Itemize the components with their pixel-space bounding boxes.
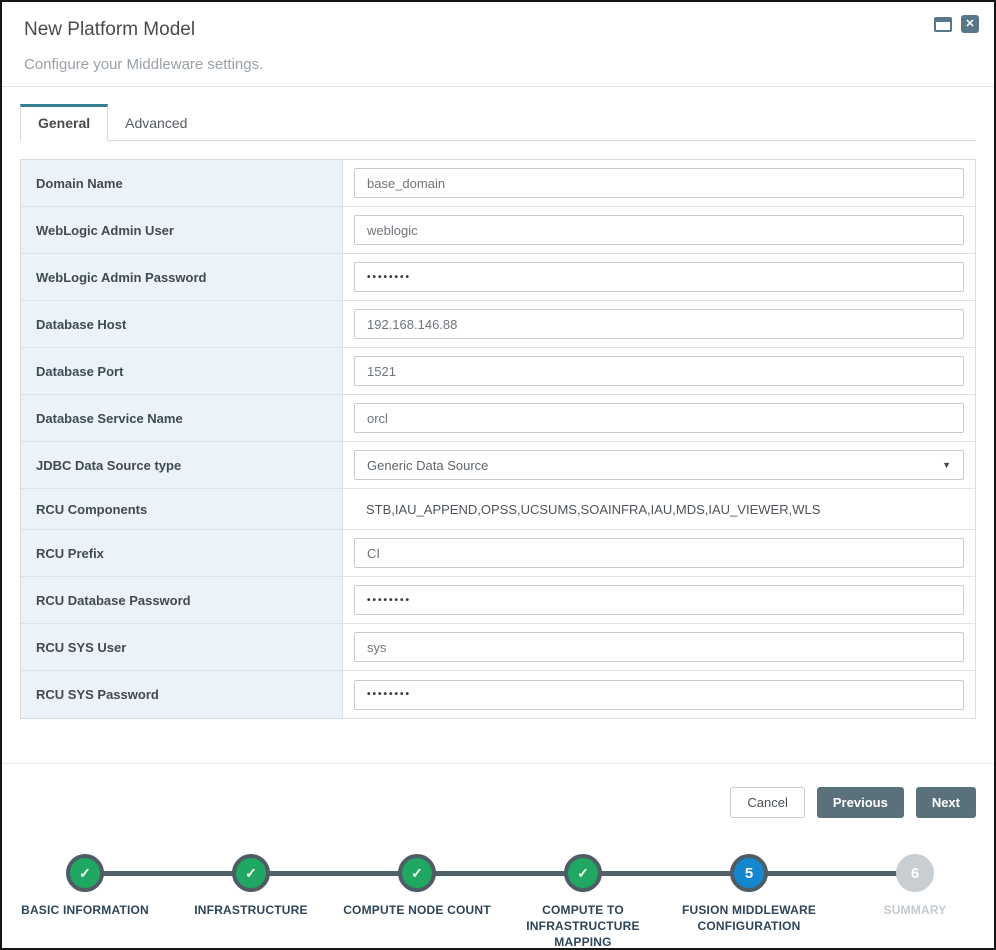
form-row-database-host: Database Host — [21, 301, 975, 348]
field-label: Domain Name — [21, 160, 343, 206]
rcu-database-password-input[interactable] — [354, 585, 964, 615]
step-label: SUMMARY — [884, 902, 947, 918]
domain-name-input[interactable] — [354, 168, 964, 198]
step-fusion-middleware-configuration: 5 FUSION MIDDLEWARE CONFIGURATION — [666, 854, 832, 950]
middleware-settings-form: Domain Name WebLogic Admin User WebLogic… — [20, 159, 976, 719]
database-service-name-input[interactable] — [354, 403, 964, 433]
step-done-check-icon[interactable]: ✓ — [232, 854, 270, 892]
step-summary: 6 SUMMARY — [832, 854, 996, 950]
form-row-jdbc-data-source-type: JDBC Data Source type Generic Data Sourc… — [21, 442, 975, 489]
step-label: FUSION MIDDLEWARE CONFIGURATION — [673, 902, 825, 934]
step-compute-node-count: ✓ COMPUTE NODE COUNT — [334, 854, 500, 950]
field-label: RCU Database Password — [21, 577, 343, 623]
step-done-check-icon[interactable]: ✓ — [398, 854, 436, 892]
rcu-components-value: STB,IAU_APPEND,OPSS,UCSUMS,SOAINFRA,IAU,… — [354, 502, 820, 517]
field-label: RCU Components — [21, 489, 343, 529]
footer-actions: Cancel Previous Next — [2, 764, 994, 818]
form-row-rcu-components: RCU Components STB,IAU_APPEND,OPSS,UCSUM… — [21, 489, 975, 530]
field-label: Database Host — [21, 301, 343, 347]
step-done-check-icon[interactable]: ✓ — [66, 854, 104, 892]
page-title: New Platform Model — [24, 19, 974, 41]
wizard-stepper: ✓ BASIC INFORMATION ✓ INFRASTRUCTURE ✓ C… — [2, 854, 994, 950]
selected-option-label: Generic Data Source — [367, 458, 488, 473]
form-row-rcu-sys-password: RCU SYS Password — [21, 671, 975, 718]
rcu-prefix-input[interactable] — [354, 538, 964, 568]
step-done-check-icon[interactable]: ✓ — [564, 854, 602, 892]
step-upcoming-number: 6 — [896, 854, 934, 892]
dialog-header: New Platform Model ✕ Configure your Midd… — [2, 2, 994, 87]
step-basic-information: ✓ BASIC INFORMATION — [2, 854, 168, 950]
dropdown-arrow-icon: ▼ — [942, 460, 951, 470]
new-platform-model-dialog: New Platform Model ✕ Configure your Midd… — [0, 0, 996, 950]
form-row-database-port: Database Port — [21, 348, 975, 395]
field-label: RCU Prefix — [21, 530, 343, 576]
tab-general[interactable]: General — [20, 104, 108, 141]
step-label: COMPUTE TO INFRASTRUCTURE MAPPING — [507, 902, 659, 950]
step-label: BASIC INFORMATION — [21, 902, 149, 918]
field-label: WebLogic Admin Password — [21, 254, 343, 300]
step-label: INFRASTRUCTURE — [194, 902, 307, 918]
weblogic-admin-password-input[interactable] — [354, 262, 964, 292]
window-maximize-icon — [934, 17, 952, 32]
step-current-number[interactable]: 5 — [730, 854, 768, 892]
form-row-domain-name: Domain Name — [21, 160, 975, 207]
window-controls: ✕ — [934, 15, 979, 33]
dialog-subtitle: Configure your Middleware settings. — [24, 56, 974, 73]
field-label: WebLogic Admin User — [21, 207, 343, 253]
form-row-rcu-prefix: RCU Prefix — [21, 530, 975, 577]
weblogic-admin-user-input[interactable] — [354, 215, 964, 245]
step-compute-to-infrastructure-mapping: ✓ COMPUTE TO INFRASTRUCTURE MAPPING — [500, 854, 666, 950]
field-label: RCU SYS User — [21, 624, 343, 670]
form-row-database-service-name: Database Service Name — [21, 395, 975, 442]
step-infrastructure: ✓ INFRASTRUCTURE — [168, 854, 334, 950]
form-row-rcu-sys-user: RCU SYS User — [21, 624, 975, 671]
close-icon: ✕ — [961, 15, 979, 33]
field-label: Database Service Name — [21, 395, 343, 441]
form-row-weblogic-admin-user: WebLogic Admin User — [21, 207, 975, 254]
field-label: Database Port — [21, 348, 343, 394]
tab-bar: General Advanced — [20, 104, 976, 141]
field-label: RCU SYS Password — [21, 671, 343, 718]
form-row-weblogic-admin-password: WebLogic Admin Password — [21, 254, 975, 301]
close-button[interactable]: ✕ — [961, 15, 979, 33]
form-row-rcu-database-password: RCU Database Password — [21, 577, 975, 624]
rcu-sys-password-input[interactable] — [354, 680, 964, 710]
tab-advanced[interactable]: Advanced — [108, 104, 204, 140]
rcu-sys-user-input[interactable] — [354, 632, 964, 662]
maximize-button[interactable] — [934, 17, 952, 32]
step-label: COMPUTE NODE COUNT — [343, 902, 491, 918]
field-label: JDBC Data Source type — [21, 442, 343, 488]
database-port-input[interactable] — [354, 356, 964, 386]
jdbc-data-source-type-select[interactable]: Generic Data Source ▼ — [354, 450, 964, 480]
next-button[interactable]: Next — [916, 787, 976, 818]
cancel-button[interactable]: Cancel — [730, 787, 804, 818]
previous-button[interactable]: Previous — [817, 787, 904, 818]
database-host-input[interactable] — [354, 309, 964, 339]
